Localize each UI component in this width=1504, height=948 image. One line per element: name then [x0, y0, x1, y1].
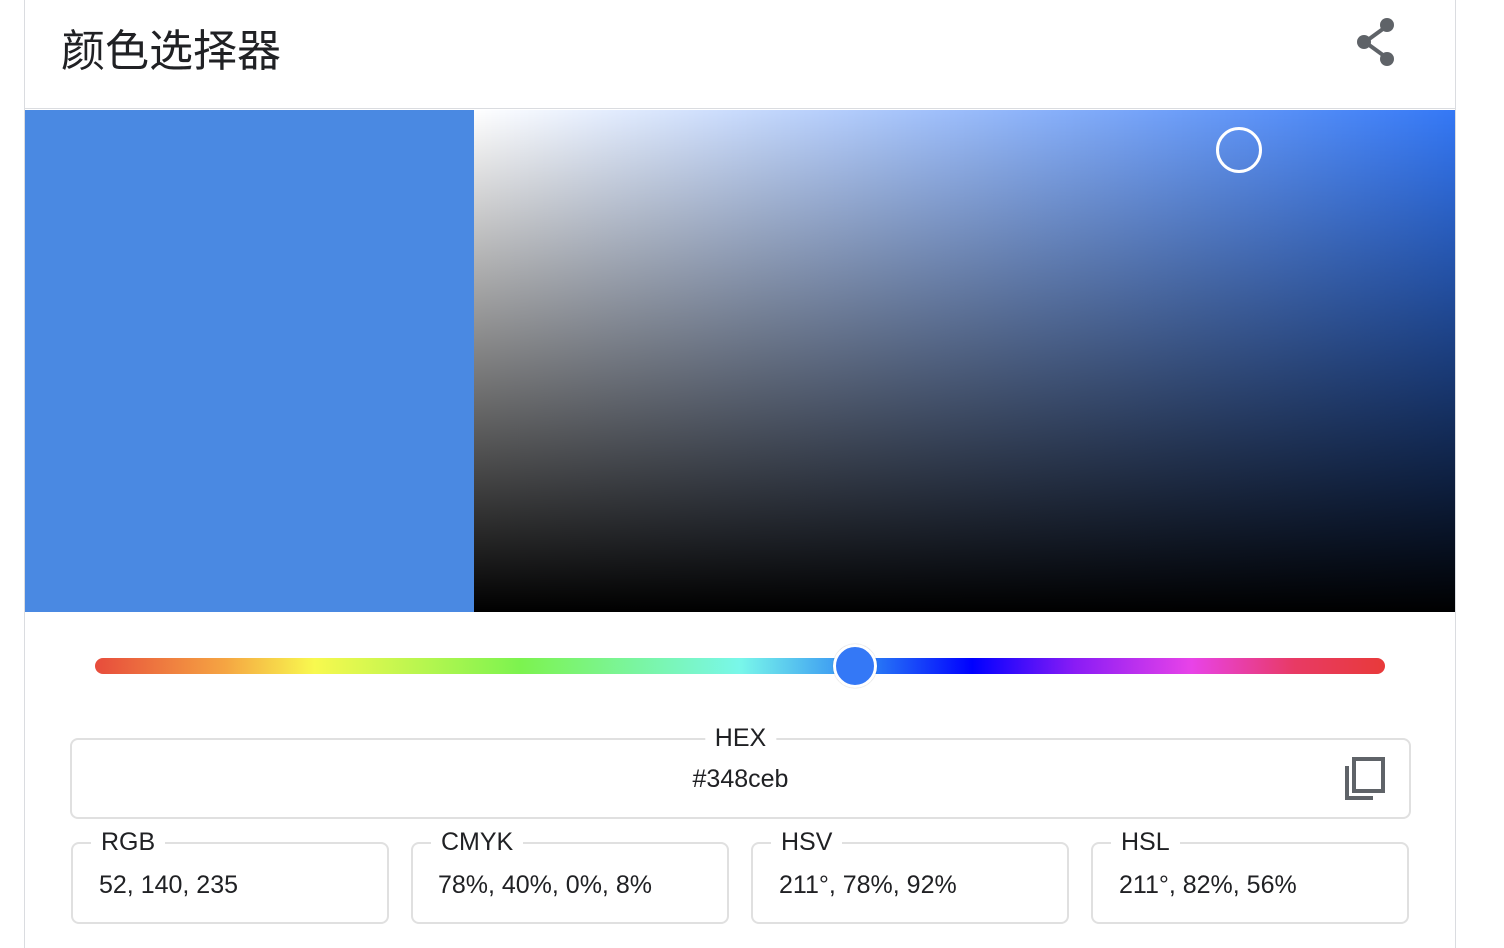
copy-button[interactable] [1343, 756, 1387, 802]
page-title: 颜色选择器 [61, 26, 281, 77]
hsl-label: HSL [1111, 828, 1180, 856]
hsv-label: HSV [771, 828, 843, 856]
copy-icon [1345, 757, 1385, 800]
hsl-field: HSL [1091, 828, 1409, 924]
hue-slider-handle[interactable] [832, 644, 877, 688]
cmyk-label: CMYK [431, 828, 524, 856]
color-preview-swatch [25, 110, 474, 612]
card-header: 颜色选择器 [25, 0, 1455, 109]
hsv-field: HSV [751, 828, 1069, 924]
rgb-input[interactable] [99, 868, 369, 902]
cmyk-field: CMYK [411, 828, 729, 924]
rgb-field: RGB [71, 828, 389, 924]
color-picker-card: 颜色选择器 HEX RGB [24, 0, 1456, 948]
saturation-value-handle[interactable] [1216, 127, 1263, 174]
cmyk-input[interactable] [431, 868, 701, 902]
share-button[interactable] [1349, 14, 1405, 70]
saturation-value-area[interactable] [474, 110, 1455, 612]
share-icon [1357, 18, 1394, 66]
rgb-label: RGB [91, 828, 166, 856]
hex-field: HEX [70, 724, 1411, 819]
hsv-input[interactable] [779, 868, 1049, 902]
hex-label: HEX [704, 724, 777, 752]
hsl-input[interactable] [1119, 868, 1389, 902]
hue-slider-track[interactable] [95, 658, 1385, 674]
hex-input[interactable] [72, 762, 1409, 796]
